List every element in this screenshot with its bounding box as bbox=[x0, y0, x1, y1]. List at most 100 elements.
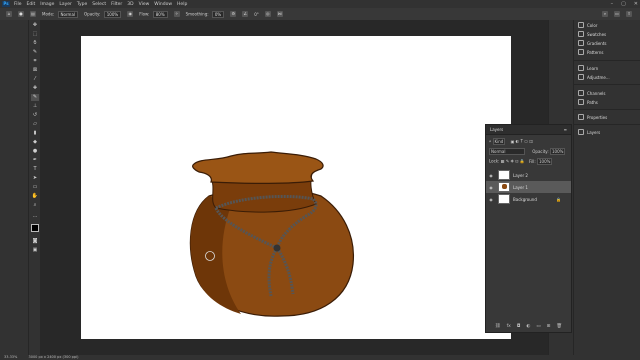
filter-pixel-icon[interactable]: ▣ bbox=[511, 139, 515, 144]
blur-tool-icon[interactable]: ◆ bbox=[31, 139, 39, 146]
frame-tool-icon[interactable]: ⊠ bbox=[31, 67, 39, 74]
quick-mask-icon[interactable]: ◙ bbox=[31, 238, 39, 245]
brush-tool-icon[interactable]: ✎ bbox=[31, 94, 39, 101]
lasso-tool-icon[interactable]: ϭ bbox=[31, 40, 39, 47]
path-select-tool-icon[interactable]: ➤ bbox=[31, 175, 39, 182]
visibility-eye-icon[interactable]: ◉ bbox=[486, 173, 496, 178]
close-button[interactable]: ✕ bbox=[634, 1, 638, 7]
brush-preset-icon[interactable]: ● bbox=[18, 11, 24, 17]
panel-layers[interactable]: Layers bbox=[578, 129, 600, 135]
trash-icon[interactable]: 🗑 bbox=[556, 324, 562, 329]
link-icon[interactable]: ⛓ bbox=[495, 324, 501, 329]
fx-icon[interactable]: fx bbox=[507, 324, 511, 329]
smoothing-field[interactable]: 0% bbox=[211, 10, 225, 18]
healing-tool-icon[interactable]: ✚ bbox=[31, 85, 39, 92]
flow-field[interactable]: 80% bbox=[152, 10, 168, 18]
mode-dropdown[interactable]: Normal bbox=[57, 10, 79, 18]
workspace-icon[interactable]: ▭ bbox=[614, 11, 620, 17]
airbrush-icon[interactable]: ✧ bbox=[173, 11, 180, 17]
panel-learn[interactable]: Learn bbox=[578, 65, 598, 71]
angle-field[interactable]: 0° bbox=[254, 12, 259, 17]
pressure-opacity-icon[interactable]: ◉ bbox=[127, 11, 134, 17]
menu-view[interactable]: View bbox=[139, 2, 150, 7]
menu-image[interactable]: Image bbox=[40, 2, 54, 7]
layer-name[interactable]: Background bbox=[513, 197, 537, 202]
filter-shape-icon[interactable]: ▭ bbox=[524, 139, 528, 144]
panel-properties[interactable]: Properties bbox=[578, 114, 607, 120]
panel-adjustments[interactable]: Adjustme... bbox=[578, 74, 610, 80]
symmetry-icon[interactable]: ⋈ bbox=[276, 11, 283, 17]
new-layer-icon[interactable]: ⊞ bbox=[547, 324, 551, 329]
photoshop-logo[interactable]: Ps bbox=[2, 1, 10, 7]
document-canvas[interactable] bbox=[81, 36, 511, 339]
panel-swatches[interactable]: Swatches bbox=[578, 31, 606, 37]
opacity-field[interactable]: 100% bbox=[103, 10, 122, 18]
lock-move-icon[interactable]: ✥ bbox=[510, 159, 513, 164]
pressure-size-icon[interactable]: ◎ bbox=[264, 11, 271, 17]
menu-select[interactable]: Select bbox=[92, 2, 106, 7]
screen-mode-icon[interactable]: ▣ bbox=[31, 247, 39, 254]
document-info[interactable]: 3000 px x 2400 px (300 ppi) bbox=[28, 355, 78, 359]
menu-file[interactable]: File bbox=[14, 2, 22, 7]
panel-paths[interactable]: Paths bbox=[578, 99, 598, 105]
lock-paint-icon[interactable]: ✎ bbox=[506, 159, 509, 164]
kind-filter[interactable]: ⌕ Kind ▣ ◐ T ▭ ◫ bbox=[489, 138, 533, 145]
smoothing-settings-icon[interactable]: ⚙ bbox=[230, 11, 237, 17]
share-icon[interactable]: ⇪ bbox=[626, 11, 632, 17]
maximize-button[interactable]: ▢ bbox=[621, 1, 626, 7]
brush-settings-icon[interactable]: ▤ bbox=[30, 11, 36, 17]
search-icon[interactable]: ⌕ bbox=[602, 11, 608, 17]
menu-type[interactable]: Type bbox=[77, 2, 87, 7]
blend-mode-dropdown[interactable]: Normal bbox=[489, 148, 525, 155]
layer-row[interactable]: ◉ Background 🔒 bbox=[486, 193, 571, 205]
history-brush-tool-icon[interactable]: ↺ bbox=[31, 112, 39, 119]
lock-all-icon[interactable]: 🔒 bbox=[520, 159, 525, 164]
filter-adjust-icon[interactable]: ◐ bbox=[516, 139, 520, 144]
adjustment-icon[interactable]: ◐ bbox=[526, 324, 530, 329]
crop-tool-icon[interactable]: ⌗ bbox=[31, 58, 39, 65]
layers-panel-header[interactable]: Layers ≡ bbox=[486, 125, 571, 135]
menu-layer[interactable]: Layer bbox=[59, 2, 72, 7]
dodge-tool-icon[interactable]: ● bbox=[31, 148, 39, 155]
layer-row[interactable]: ◉ Layer 2 bbox=[486, 169, 571, 181]
quick-select-tool-icon[interactable]: ✎ bbox=[31, 49, 39, 56]
layer-name[interactable]: Layer 1 bbox=[513, 185, 528, 190]
type-tool-icon[interactable]: T bbox=[31, 166, 39, 173]
foreground-color-swatch[interactable] bbox=[31, 224, 39, 232]
filter-type-icon[interactable]: T bbox=[520, 139, 522, 144]
visibility-eye-icon[interactable]: ◉ bbox=[486, 185, 496, 190]
layer-row-selected[interactable]: ◉ Layer 1 bbox=[486, 181, 571, 193]
panel-color[interactable]: Color bbox=[578, 22, 597, 28]
filter-smart-icon[interactable]: ◫ bbox=[529, 139, 533, 144]
panel-menu-icon[interactable]: ≡ bbox=[564, 125, 567, 134]
menu-window[interactable]: Window bbox=[154, 2, 172, 7]
menu-3d[interactable]: 3D bbox=[127, 2, 133, 7]
eyedropper-tool-icon[interactable]: ⁄ bbox=[31, 76, 39, 83]
minimize-button[interactable]: – bbox=[611, 1, 614, 7]
pen-tool-icon[interactable]: ✒ bbox=[31, 157, 39, 164]
layer-opacity-field[interactable]: 100% bbox=[550, 148, 566, 155]
clone-stamp-tool-icon[interactable]: ⊥ bbox=[31, 103, 39, 110]
layer-name[interactable]: Layer 2 bbox=[513, 173, 528, 178]
kind-dropdown[interactable]: Kind bbox=[492, 138, 506, 145]
panel-channels[interactable]: Channels bbox=[578, 90, 606, 96]
visibility-eye-icon[interactable]: ◉ bbox=[486, 197, 496, 202]
folder-icon[interactable]: ▭ bbox=[536, 324, 540, 329]
menu-help[interactable]: Help bbox=[177, 2, 187, 7]
mask-icon[interactable]: ◘ bbox=[517, 324, 521, 329]
lock-artboard-icon[interactable]: ⊡ bbox=[515, 159, 518, 164]
panel-gradients[interactable]: Gradients bbox=[578, 40, 607, 46]
panel-patterns[interactable]: Patterns bbox=[578, 49, 603, 55]
angle-icon[interactable]: ∠ bbox=[242, 11, 249, 17]
gradient-tool-icon[interactable]: ▮ bbox=[31, 130, 39, 137]
zoom-tool-icon[interactable]: ⌕ bbox=[31, 202, 39, 209]
zoom-level[interactable]: 33.33% bbox=[4, 355, 17, 359]
home-icon[interactable]: ⌂ bbox=[6, 11, 12, 17]
marquee-tool-icon[interactable]: ⬚ bbox=[31, 31, 39, 38]
shape-tool-icon[interactable]: ▭ bbox=[31, 184, 39, 191]
move-tool-icon[interactable]: ✥ bbox=[31, 22, 39, 29]
menu-edit[interactable]: Edit bbox=[27, 2, 36, 7]
eraser-tool-icon[interactable]: ▱ bbox=[31, 121, 39, 128]
fill-field[interactable]: 100% bbox=[536, 158, 553, 165]
lock-pixels-icon[interactable]: ▦ bbox=[501, 159, 505, 164]
